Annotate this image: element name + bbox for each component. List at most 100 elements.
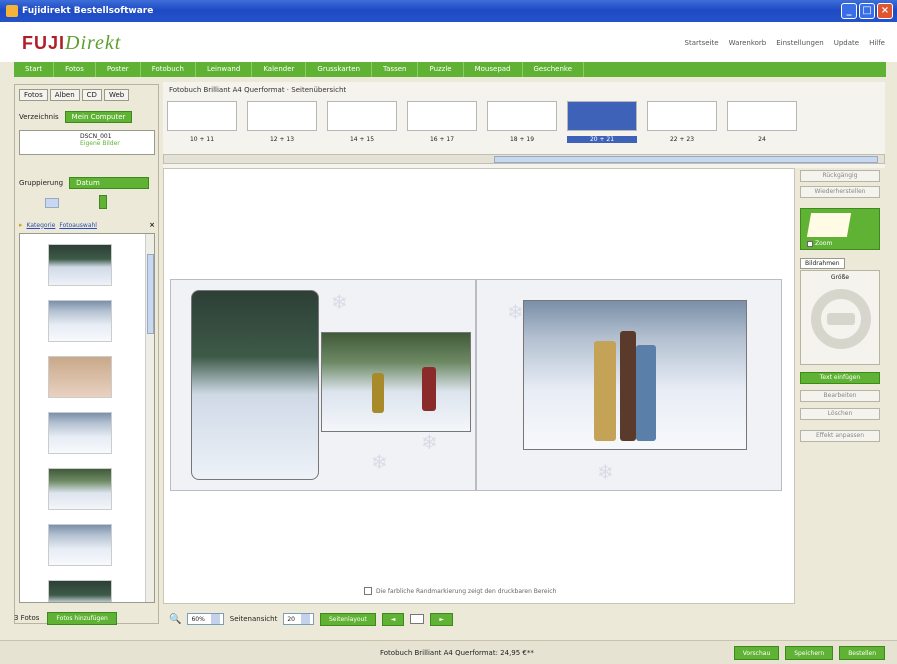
photo-thumb[interactable] xyxy=(48,524,112,566)
editor-canvas[interactable]: ❄ ❄ ❄ ❄ ❄ ❄ Die xyxy=(163,168,795,604)
tree-sub[interactable]: Eigene Bilder xyxy=(80,140,152,147)
status-buttons: Vorschau Speichern Bestellen xyxy=(733,646,885,660)
nav-item-puzzle[interactable]: Puzzle xyxy=(418,62,464,77)
photo-thumb[interactable] xyxy=(48,300,112,342)
undo-button[interactable]: Rückgängig xyxy=(800,170,880,182)
zoom-slider-icon[interactable] xyxy=(99,195,107,209)
grouping-row: Gruppierung Datum xyxy=(19,177,150,189)
my-computer-button[interactable]: Mein Computer xyxy=(64,111,133,123)
photo-thumb[interactable] xyxy=(48,412,112,454)
link-warenkorb[interactable]: Warenkorb xyxy=(729,39,767,47)
prev-page-button[interactable]: ◄ xyxy=(381,612,405,626)
link-hilfe[interactable]: Hilfe xyxy=(869,39,885,47)
next-page-button[interactable]: ► xyxy=(430,612,453,626)
photo-two-people[interactable] xyxy=(321,332,471,432)
page-thumb[interactable] xyxy=(487,101,557,131)
tab-web[interactable]: Web xyxy=(103,89,130,101)
filter-row: ▸ Kategorie Fotoauswahl × xyxy=(19,221,155,229)
save-button[interactable]: Speichern xyxy=(785,646,834,660)
delete-button[interactable]: Löschen xyxy=(800,408,880,420)
page-thumbnails xyxy=(165,101,883,135)
page-layout-button[interactable]: Seitenlayout xyxy=(319,612,376,626)
photo-forest-path[interactable] xyxy=(191,290,319,480)
scroll-thumb[interactable] xyxy=(147,254,154,334)
nav-item-leinwand[interactable]: Leinwand xyxy=(196,62,253,77)
close-icon[interactable]: × xyxy=(149,221,155,229)
chevron-down-icon xyxy=(210,614,220,624)
window-controls: _ □ × xyxy=(841,3,893,19)
add-text-button[interactable]: Text einfügen xyxy=(800,372,880,384)
size-ring-control[interactable] xyxy=(811,289,871,349)
left-page[interactable]: ❄ ❄ ❄ xyxy=(170,279,476,491)
snowflake-icon: ❄ xyxy=(597,460,614,484)
page-thumb[interactable] xyxy=(647,101,717,131)
photo-family-snow[interactable] xyxy=(523,300,747,450)
size-dial: Größe xyxy=(800,270,880,365)
tab-alben[interactable]: Alben xyxy=(49,89,80,101)
nav-item-geschenke[interactable]: Geschenke xyxy=(523,62,585,77)
tab-bildrahmen[interactable]: Bildrahmen xyxy=(800,258,845,269)
folder-label: Verzeichnis xyxy=(19,113,59,121)
order-button[interactable]: Bestellen xyxy=(839,646,885,660)
page-thumb[interactable] xyxy=(327,101,397,131)
nav-item-fotobuch[interactable]: Fotobuch xyxy=(141,62,196,77)
folder-icon: ▸ xyxy=(19,221,23,229)
filter-tab-kategorie[interactable]: Kategorie xyxy=(27,222,56,229)
app-header: FUJIDirekt Startseite Warenkorb Einstell… xyxy=(0,22,897,62)
link-startseite[interactable]: Startseite xyxy=(685,39,719,47)
page-thumb[interactable] xyxy=(247,101,317,131)
tree-item[interactable]: DSCN_001 xyxy=(80,133,152,140)
page-label: 16 + 17 xyxy=(429,136,455,143)
photo-thumb[interactable] xyxy=(48,468,112,510)
nav-item-start[interactable]: Start xyxy=(14,62,55,77)
add-photos-button[interactable]: Fotos hinzufügen xyxy=(47,611,117,625)
nav-item-mousepad[interactable]: Mousepad xyxy=(464,62,523,77)
tab-cd[interactable]: CD xyxy=(81,89,102,101)
folder-row: Verzeichnis Mein Computer xyxy=(19,111,133,123)
filter-tab-fotoauswahl[interactable]: Fotoauswahl xyxy=(59,222,97,229)
zoom-select[interactable]: 60% xyxy=(187,613,224,625)
scroll-thumb[interactable] xyxy=(494,156,878,163)
edit-button[interactable]: Bearbeiten xyxy=(800,390,880,402)
photo-thumb[interactable] xyxy=(48,244,112,286)
maximize-icon[interactable]: □ xyxy=(859,3,875,19)
page-strip: Fotobuch Brilliant A4 Querformat · Seite… xyxy=(163,82,885,168)
minimize-icon[interactable]: _ xyxy=(841,3,857,19)
chevron-down-icon xyxy=(300,614,310,624)
zoom-text: Zoom xyxy=(815,240,833,247)
nav-item-fotos[interactable]: Fotos xyxy=(54,62,96,77)
folder-tree[interactable]: DSCN_001 Eigene Bilder xyxy=(19,130,155,155)
page-thumb-selected[interactable] xyxy=(567,101,637,131)
preview-button[interactable]: Vorschau xyxy=(733,646,780,660)
nav-item-grusskarten[interactable]: Grusskarten xyxy=(306,62,373,77)
print-area-checkbox[interactable] xyxy=(364,587,372,595)
nav-item-tassen[interactable]: Tassen xyxy=(372,62,419,77)
grouping-select[interactable]: Datum xyxy=(69,177,150,189)
size-center-button[interactable] xyxy=(827,313,855,325)
person xyxy=(594,341,616,441)
link-update[interactable]: Update xyxy=(834,39,859,47)
photo-thumb[interactable] xyxy=(48,356,112,398)
redo-button[interactable]: Wiederherstellen xyxy=(800,186,880,198)
editor-toolbar: 🔍 60% Seitenansicht 20 Seitenlayout ◄ ► xyxy=(163,608,885,630)
person xyxy=(372,373,384,413)
nav-item-poster[interactable]: Poster xyxy=(96,62,141,77)
print-area-note: Die farbliche Randmarkierung zeigt den d… xyxy=(364,587,556,595)
photo-list-scrollbar[interactable] xyxy=(145,234,154,602)
link-einstellungen[interactable]: Einstellungen xyxy=(776,39,823,47)
page-thumb[interactable] xyxy=(727,101,797,131)
strip-scrollbar[interactable] xyxy=(163,154,885,164)
photo-thumb[interactable] xyxy=(48,580,112,602)
close-icon[interactable]: × xyxy=(877,3,893,19)
nav-item-kalender[interactable]: Kalender xyxy=(252,62,307,77)
page-select[interactable]: 20 xyxy=(283,613,314,625)
view-list-icon[interactable] xyxy=(45,198,59,208)
photobook-spread: ❄ ❄ ❄ ❄ ❄ ❄ xyxy=(170,279,786,491)
effect-button[interactable]: Effekt anpassen xyxy=(800,430,880,442)
zoom-checkbox[interactable] xyxy=(807,240,813,247)
right-page[interactable]: ❄ ❄ ❄ xyxy=(476,279,782,491)
tab-fotos[interactable]: Fotos xyxy=(19,89,48,101)
page-thumb[interactable] xyxy=(167,101,237,131)
zoom-preview[interactable]: Zoom xyxy=(800,208,880,250)
page-thumb[interactable] xyxy=(407,101,477,131)
